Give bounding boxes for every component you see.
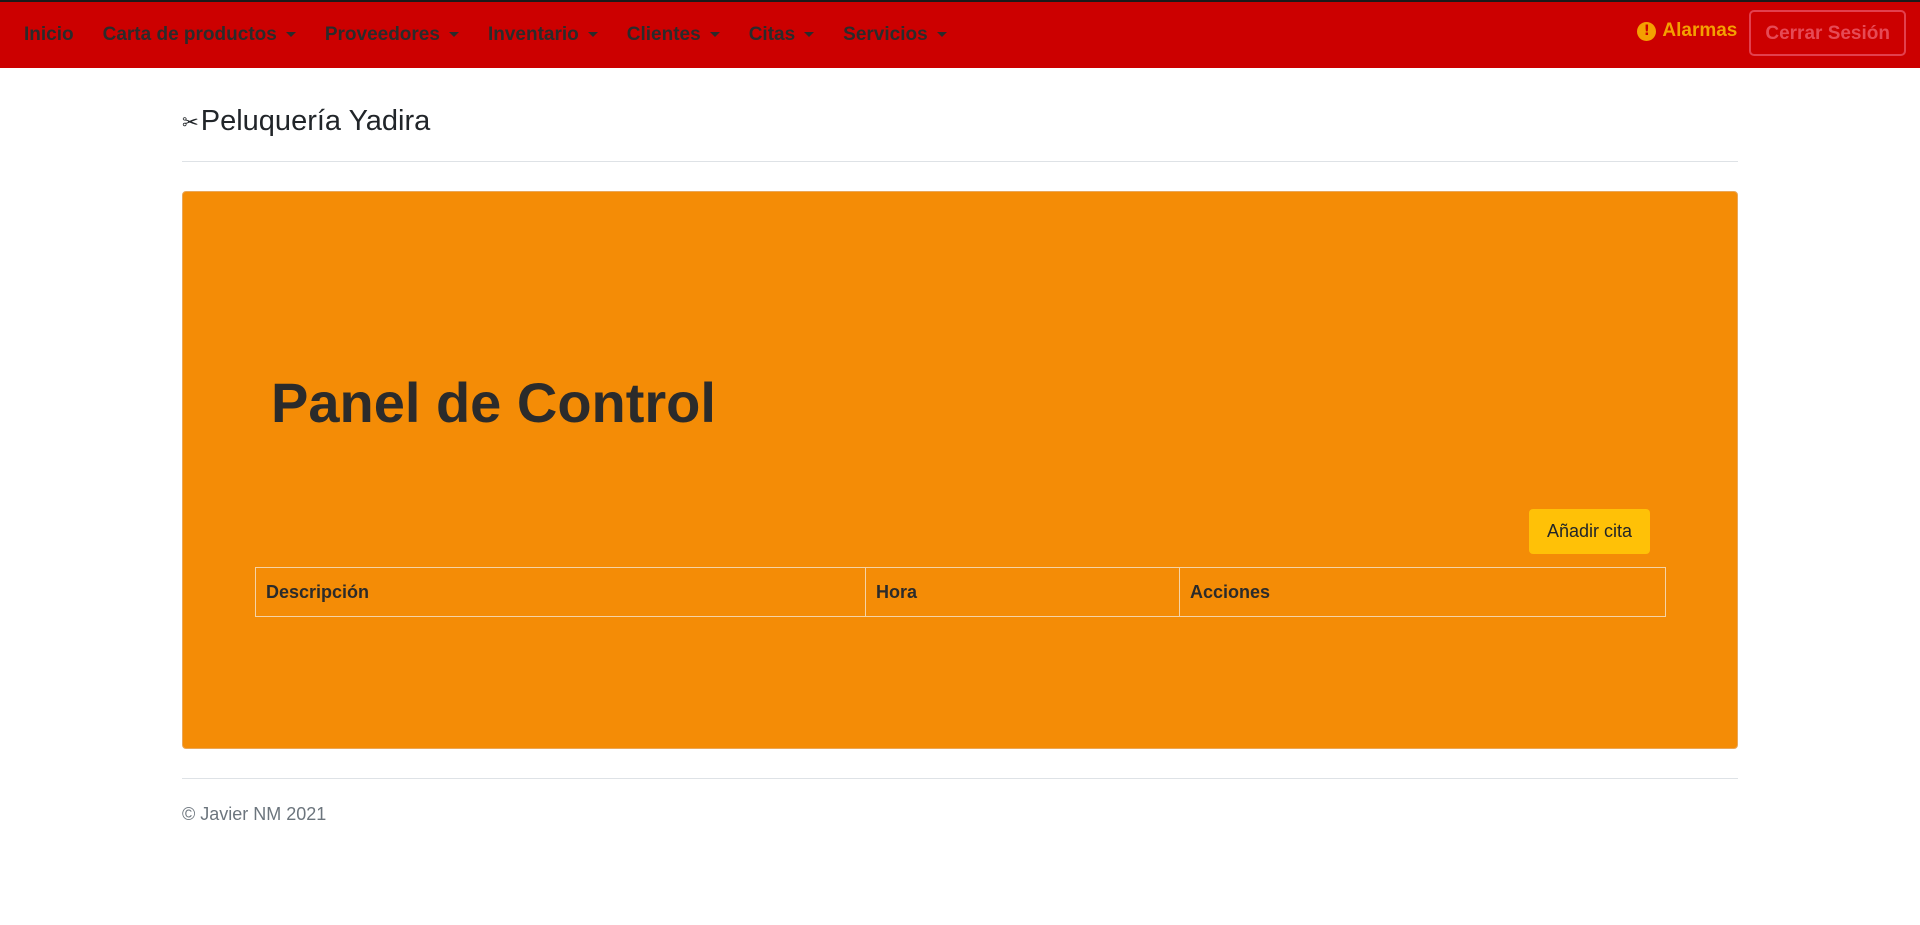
top-navbar: Inicio Carta de productos Proveedores In… bbox=[0, 0, 1920, 68]
page-title: Panel de Control bbox=[271, 371, 716, 434]
table-header-descripcion: Descripción bbox=[256, 568, 866, 616]
nav-item-label: Citas bbox=[748, 24, 796, 45]
nav-item-inicio[interactable]: Inicio bbox=[24, 24, 74, 46]
alarms-link[interactable]: ! Alarmas bbox=[1637, 20, 1737, 42]
caret-down-icon bbox=[709, 31, 720, 37]
exclamation-circle-icon: ! bbox=[1637, 21, 1657, 41]
nav-item-label: Inventario bbox=[487, 24, 579, 45]
nav-item-clientes[interactable]: Clientes bbox=[627, 24, 720, 46]
control-panel: Panel de Control Añadir cita Descripción… bbox=[182, 191, 1738, 749]
nav-right-group: ! Alarmas Cerrar Sesión bbox=[1637, 10, 1906, 56]
nav-item-label: Proveedores bbox=[324, 24, 440, 45]
caret-down-icon bbox=[448, 31, 459, 37]
add-appointment-button[interactable]: Añadir cita bbox=[1529, 509, 1650, 554]
table-header-acciones: Acciones bbox=[1190, 581, 1271, 602]
nav-item-servicios[interactable]: Servicios bbox=[843, 24, 947, 46]
nav-item-proveedores[interactable]: Proveedores bbox=[325, 24, 459, 46]
nav-menu: Inicio Carta de productos Proveedores In… bbox=[24, 24, 976, 46]
header-divider bbox=[182, 161, 1738, 162]
nav-item-label: Clientes bbox=[626, 24, 701, 45]
scissors-icon: ✂ bbox=[182, 109, 199, 134]
nav-item-label: Carta de productos bbox=[102, 24, 277, 45]
brand-title: ✂ Peluquería Yadira bbox=[182, 105, 430, 138]
brand-name: Peluquería Yadira bbox=[200, 105, 431, 137]
nav-item-label: Inicio bbox=[24, 24, 74, 45]
footer-divider bbox=[182, 778, 1738, 779]
footer-copyright: © Javier NM 2021 bbox=[182, 804, 327, 824]
caret-down-icon bbox=[587, 31, 598, 37]
nav-item-citas[interactable]: Citas bbox=[748, 24, 815, 46]
caret-down-icon bbox=[804, 31, 815, 37]
nav-item-carta-de-productos[interactable]: Carta de productos bbox=[103, 24, 296, 46]
nav-item-label: Servicios bbox=[843, 24, 928, 45]
alarms-label: Alarmas bbox=[1662, 20, 1738, 41]
logout-button[interactable]: Cerrar Sesión bbox=[1749, 10, 1906, 56]
appointments-table: Descripción Hora Acciones bbox=[255, 567, 1666, 617]
caret-down-icon bbox=[285, 31, 296, 37]
table-header-hora: Hora bbox=[866, 568, 1180, 616]
caret-down-icon bbox=[936, 31, 947, 37]
nav-item-inventario[interactable]: Inventario bbox=[488, 24, 598, 46]
